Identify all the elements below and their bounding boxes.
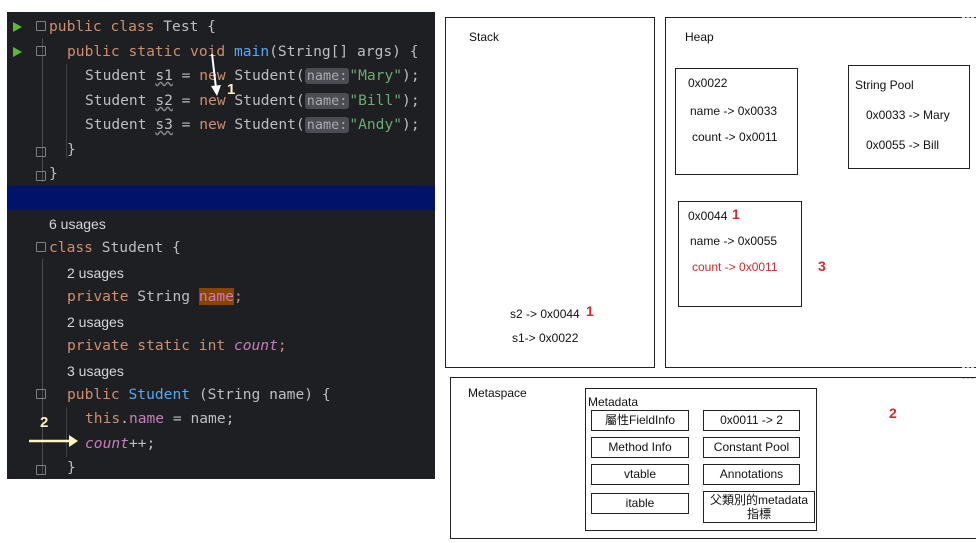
stack-title: Stack [469, 30, 500, 44]
object-field-count: count -> 0x0011 [692, 260, 778, 274]
arrow-1-head [211, 85, 221, 96]
code-editor[interactable]: public class Test { public static void m… [7, 12, 435, 479]
annotation-2: 2 [40, 414, 49, 431]
metadata-cell-fieldinfo: 屬性FieldInfo [591, 410, 689, 431]
stack-entry-s2: s2 -> 0x0044 [510, 307, 580, 321]
string-pool-entry: 0x0055 -> Bill [866, 138, 940, 152]
metadata-box: Metadata 屬性FieldInfo 0x0011 -> 2 Method … [585, 388, 817, 531]
object-address: 0x0022 [688, 76, 728, 90]
heap-title: Heap [685, 30, 714, 44]
metadata-cell-static-count: 0x0011 -> 2 [703, 410, 800, 431]
string-pool: String Pool 0x0033 -> Mary 0x0055 -> Bil… [848, 65, 970, 169]
count-marker: 3 [818, 258, 826, 274]
heap-object-0x0044: 0x0044 1 name -> 0x0055 count -> 0x0011 [678, 201, 802, 307]
metadata-cell-method-info: Method Info [591, 437, 689, 458]
stack-entry-s1: s1-> 0x0022 [512, 331, 579, 345]
arrow-2-head [69, 435, 78, 447]
object-marker: 1 [732, 206, 740, 222]
metadata-cell-annotations: Annotations [703, 464, 800, 485]
object-address: 0x0044 [688, 209, 728, 223]
heap-panel: Heap 0x0022 name -> 0x0033 count -> 0x00… [665, 17, 976, 368]
arrow-1-line [211, 53, 217, 89]
object-field-name: name -> 0x0033 [690, 104, 778, 118]
stack-panel: Stack s2 -> 0x0044 1 s1-> 0x0022 [445, 17, 655, 368]
divider [962, 378, 974, 379]
metadata-title: Metadata [588, 395, 639, 409]
stack-marker: 1 [586, 303, 594, 319]
metadata-cell-vtable: vtable [591, 464, 689, 485]
annotation-arrows [29, 53, 221, 447]
divider [962, 367, 974, 368]
object-field-name: name -> 0x0055 [690, 234, 778, 248]
metaspace-marker: 2 [889, 405, 897, 421]
string-pool-entry: 0x0033 -> Mary [866, 108, 950, 122]
heap-object-0x0022: 0x0022 name -> 0x0033 count -> 0x0011 [675, 68, 798, 175]
metadata-cell-itable: itable [591, 493, 689, 514]
metadata-cell-parent-pointer: 父類別的metadata指標 [703, 491, 815, 523]
object-field-count: count -> 0x0011 [692, 130, 778, 144]
annotation-1: 1 [227, 81, 236, 98]
string-pool-title: String Pool [855, 78, 914, 92]
metaspace-panel: Metaspace Metadata 屬性FieldInfo 0x0011 ->… [450, 377, 976, 539]
divider [962, 17, 974, 18]
metaspace-title: Metaspace [468, 386, 527, 400]
metadata-cell-constant-pool: Constant Pool [703, 437, 800, 458]
